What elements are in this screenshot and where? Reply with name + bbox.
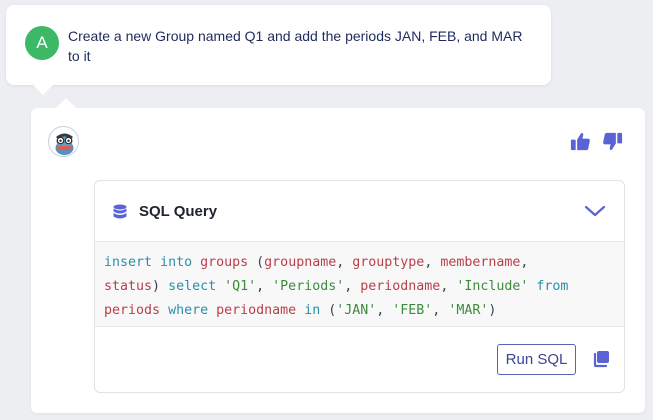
sql-token: select	[168, 279, 217, 294]
sql-token: ,	[336, 255, 353, 270]
sql-token: ,	[440, 279, 457, 294]
sql-token: from	[536, 279, 569, 294]
sql-token: ,	[520, 255, 529, 270]
sql-query-title: SQL Query	[139, 203, 218, 220]
sql-query-panel: SQL Query insert into groups (groupname,…	[94, 180, 625, 393]
sql-token: periodname	[216, 303, 297, 318]
chevron-down-icon[interactable]	[583, 203, 607, 219]
run-sql-button[interactable]: Run SQL	[497, 344, 576, 375]
sql-token: ,	[432, 303, 449, 318]
sql-token: )	[488, 303, 497, 318]
user-message: A Create a new Group named Q1 and add th…	[6, 5, 551, 95]
user-avatar: A	[25, 26, 59, 60]
thumbs-down-icon[interactable]	[601, 130, 624, 153]
thumbs-up-icon[interactable]	[569, 130, 592, 153]
bot-avatar	[48, 126, 79, 157]
user-message-text: Create a new Group named Q1 and add the …	[68, 28, 523, 64]
sql-token: 'Periods'	[272, 279, 345, 294]
sql-token: membername	[440, 255, 521, 270]
database-icon	[113, 204, 127, 219]
sql-token: into	[160, 255, 193, 270]
sql-token: (	[320, 303, 337, 318]
sql-token: 'FEB'	[392, 303, 433, 318]
sql-token: ,	[376, 303, 393, 318]
sql-token: 'JAN'	[336, 303, 377, 318]
sql-token: (	[248, 255, 265, 270]
sql-query-header[interactable]: SQL Query	[95, 181, 624, 241]
sql-token: groupname	[264, 255, 337, 270]
sql-token: 'Q1'	[224, 279, 257, 294]
sql-token: ,	[424, 255, 441, 270]
sql-token: ,	[256, 279, 273, 294]
feedback-buttons	[569, 130, 624, 153]
sql-token: status	[104, 279, 153, 294]
sql-token: where	[168, 303, 209, 318]
sql-token: groups	[200, 255, 249, 270]
sql-token: grouptype	[352, 255, 425, 270]
sql-token: ,	[344, 279, 361, 294]
sql-token: periods	[104, 303, 161, 318]
assistant-response: SQL Query insert into groups (groupname,…	[31, 98, 645, 413]
sql-token: insert	[104, 255, 153, 270]
sql-token: 'MAR'	[448, 303, 489, 318]
sql-token: 'Include'	[456, 279, 529, 294]
sql-token: periodname	[360, 279, 441, 294]
copy-icon[interactable]	[592, 350, 610, 368]
sql-token: )	[152, 279, 169, 294]
sql-token: in	[304, 303, 321, 318]
sql-code-block: insert into groups (groupname, grouptype…	[95, 241, 624, 327]
